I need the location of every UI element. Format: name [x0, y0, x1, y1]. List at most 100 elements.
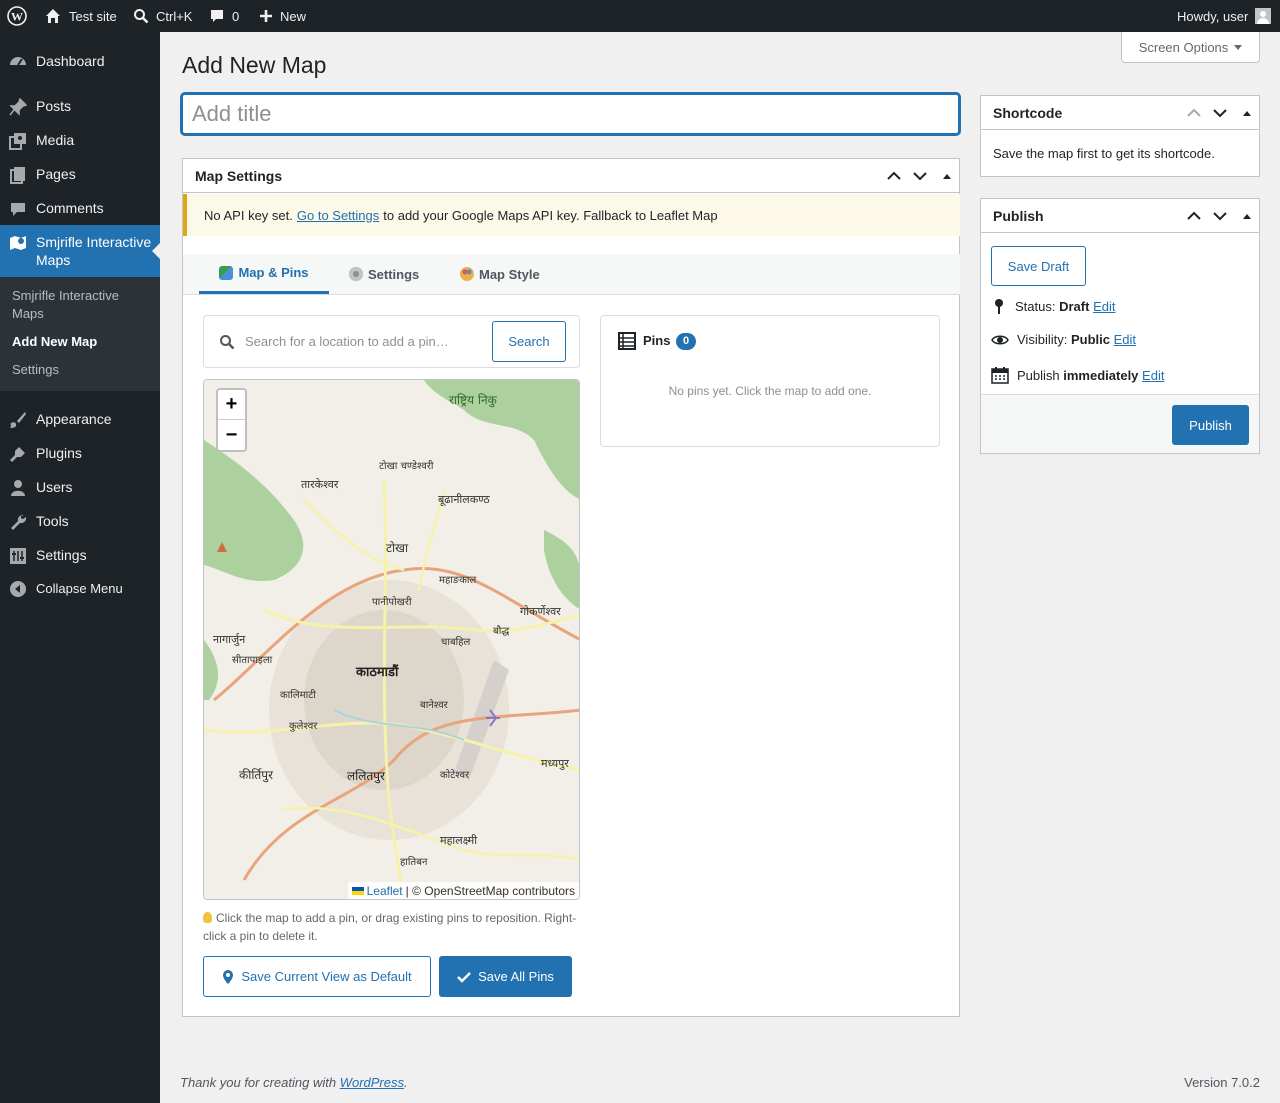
tab-map-pins[interactable]: Map & Pins	[199, 254, 329, 294]
menu-media[interactable]: Media	[0, 123, 160, 157]
save-draft-button[interactable]: Save Draft	[991, 246, 1086, 286]
map-hint: Click the map to add a pin, or drag exis…	[203, 909, 580, 945]
map-label: कालिमाटी	[280, 689, 316, 701]
ukraine-flag-icon	[351, 886, 364, 895]
wordpress-link[interactable]: WordPress	[340, 1075, 404, 1090]
tab-map-style[interactable]: Map Style	[460, 254, 540, 294]
greeting: Howdy, user	[1177, 8, 1249, 24]
menu-plugins[interactable]: Plugins	[0, 436, 160, 470]
map-settings-box: Map Settings No API key set. Go to Setti…	[182, 158, 960, 1017]
menu-pages[interactable]: Pages	[0, 157, 160, 191]
footer-thanks: Thank you for creating with WordPress.	[180, 1075, 408, 1090]
go-to-settings-link[interactable]: Go to Settings	[297, 208, 379, 223]
site-name-link[interactable]: Test site	[44, 0, 117, 32]
menu-comments[interactable]: Comments	[0, 191, 160, 225]
location-search: Search for a location to add a pin… Sear…	[203, 315, 580, 368]
visibility-row: Visibility: Public Edit	[991, 332, 1136, 347]
publish-timing: immediately	[1063, 367, 1139, 383]
submenu-item-add-new-map[interactable]: Add New Map	[12, 333, 97, 351]
menu-smjrifle-interactive-maps[interactable]: Smjrifle Interactive Maps	[0, 225, 160, 277]
eye-icon	[991, 335, 1009, 344]
menu-settings[interactable]: Settings	[0, 538, 160, 572]
publish-header: Publish	[981, 199, 1259, 233]
comments-icon	[8, 199, 28, 219]
leaflet-link[interactable]: Leaflet	[367, 884, 403, 898]
shortcode-box: Shortcode Save the map first to get its …	[980, 95, 1260, 177]
toggle-panel-button[interactable]	[1236, 205, 1258, 227]
map-settings-heading: Map Settings	[195, 168, 283, 184]
map-tiles: राष्ट्रिय निकु टोखा चण्डेश्वरी तारकेश्वर…	[204, 380, 579, 899]
status-label: Status:	[1015, 298, 1056, 314]
edit-date-link[interactable]: Edit	[1142, 368, 1164, 383]
user-icon	[8, 478, 28, 498]
collapse-icon	[8, 579, 28, 599]
chevron-up-icon	[887, 171, 901, 180]
toggle-panel-button[interactable]	[1236, 102, 1258, 124]
edit-status-link[interactable]: Edit	[1093, 299, 1115, 314]
move-up-button[interactable]	[883, 165, 905, 187]
save-current-view-button[interactable]: Save Current View as Default	[203, 956, 431, 997]
list-icon	[618, 332, 636, 350]
menu-label: Settings	[36, 547, 87, 563]
brush-icon	[8, 410, 28, 430]
menu-dashboard[interactable]: Dashboard	[0, 44, 160, 78]
account-menu[interactable]: Howdy, user	[1177, 0, 1272, 32]
search-button[interactable]: Search	[492, 321, 566, 362]
move-up-button[interactable]	[1183, 205, 1205, 227]
caret-up-icon	[1243, 111, 1251, 116]
admin-bar: W Test site Ctrl+K 0 New Howdy, user	[0, 0, 1280, 32]
submenu-item-all-maps[interactable]: Smjrifle Interactive Maps	[12, 287, 142, 323]
map-emoji-icon	[219, 265, 234, 280]
toggle-panel-button[interactable]	[936, 165, 958, 187]
screen-options-button[interactable]: Screen Options	[1121, 32, 1260, 63]
chevron-down-icon	[1213, 109, 1227, 118]
title-field[interactable]	[181, 93, 960, 135]
zoom-in-button[interactable]: +	[218, 390, 245, 420]
submenu-item-settings[interactable]: Settings	[12, 361, 59, 379]
comments-link[interactable]: 0	[209, 0, 239, 32]
publish-label: Publish	[1017, 367, 1060, 383]
admin-search-button[interactable]: Ctrl+K	[133, 0, 192, 32]
palette-icon	[460, 267, 474, 281]
menu-tools[interactable]: Tools	[0, 504, 160, 538]
schedule-row: Publish immediately Edit	[991, 366, 1164, 384]
map-label: कीर्तिपुर	[239, 768, 274, 783]
menu-label: Media	[36, 132, 75, 148]
location-search-input[interactable]: Search for a location to add a pin…	[245, 334, 449, 349]
tab-settings[interactable]: Settings	[349, 254, 419, 294]
map-label: बौद्ध	[493, 625, 510, 637]
media-icon	[8, 131, 28, 151]
active-arrow	[152, 243, 160, 259]
status-row: Status: Draft Edit	[991, 298, 1115, 314]
edit-visibility-link[interactable]: Edit	[1114, 332, 1136, 347]
status-value: Draft	[1059, 298, 1090, 314]
menu-posts[interactable]: Posts	[0, 89, 160, 123]
pins-count-badge: 0	[676, 333, 696, 350]
new-content-link[interactable]: New	[259, 0, 306, 32]
checkmark-icon	[457, 971, 471, 983]
menu-users[interactable]: Users	[0, 470, 160, 504]
wordpress-logo-icon[interactable]: W	[7, 0, 27, 32]
leaflet-map[interactable]: राष्ट्रिय निकु टोखा चण्डेश्वरी तारकेश्वर…	[203, 379, 580, 900]
move-up-button[interactable]	[1183, 102, 1205, 124]
hint-text: Click the map to add a pin, or drag exis…	[203, 911, 577, 943]
move-down-button[interactable]	[1209, 205, 1231, 227]
menu-collapse[interactable]: Collapse Menu	[0, 571, 160, 605]
plugin-icon	[8, 444, 28, 464]
title-input[interactable]	[183, 95, 958, 133]
map-label: काठमाडौं	[355, 664, 399, 680]
map-label: टोखा चण्डेश्वरी	[379, 460, 434, 472]
pins-empty-message: No pins yet. Click the map to add one.	[668, 384, 872, 398]
publish-button[interactable]: Publish	[1172, 405, 1249, 445]
caret-up-icon	[1243, 214, 1251, 219]
map-label: हातिबन	[400, 856, 428, 868]
screen-options-label: Screen Options	[1138, 39, 1229, 55]
publish-actions: Publish	[981, 394, 1259, 453]
zoom-out-button[interactable]: −	[218, 420, 245, 450]
move-down-button[interactable]	[1209, 102, 1231, 124]
menu-appearance[interactable]: Appearance	[0, 402, 160, 436]
move-down-button[interactable]	[909, 165, 931, 187]
save-all-pins-button[interactable]: Save All Pins	[439, 956, 572, 997]
button-label: Save Current View as Default	[241, 969, 412, 984]
admin-sidebar: Dashboard Posts Media Pages Comments Smj…	[0, 32, 160, 1103]
